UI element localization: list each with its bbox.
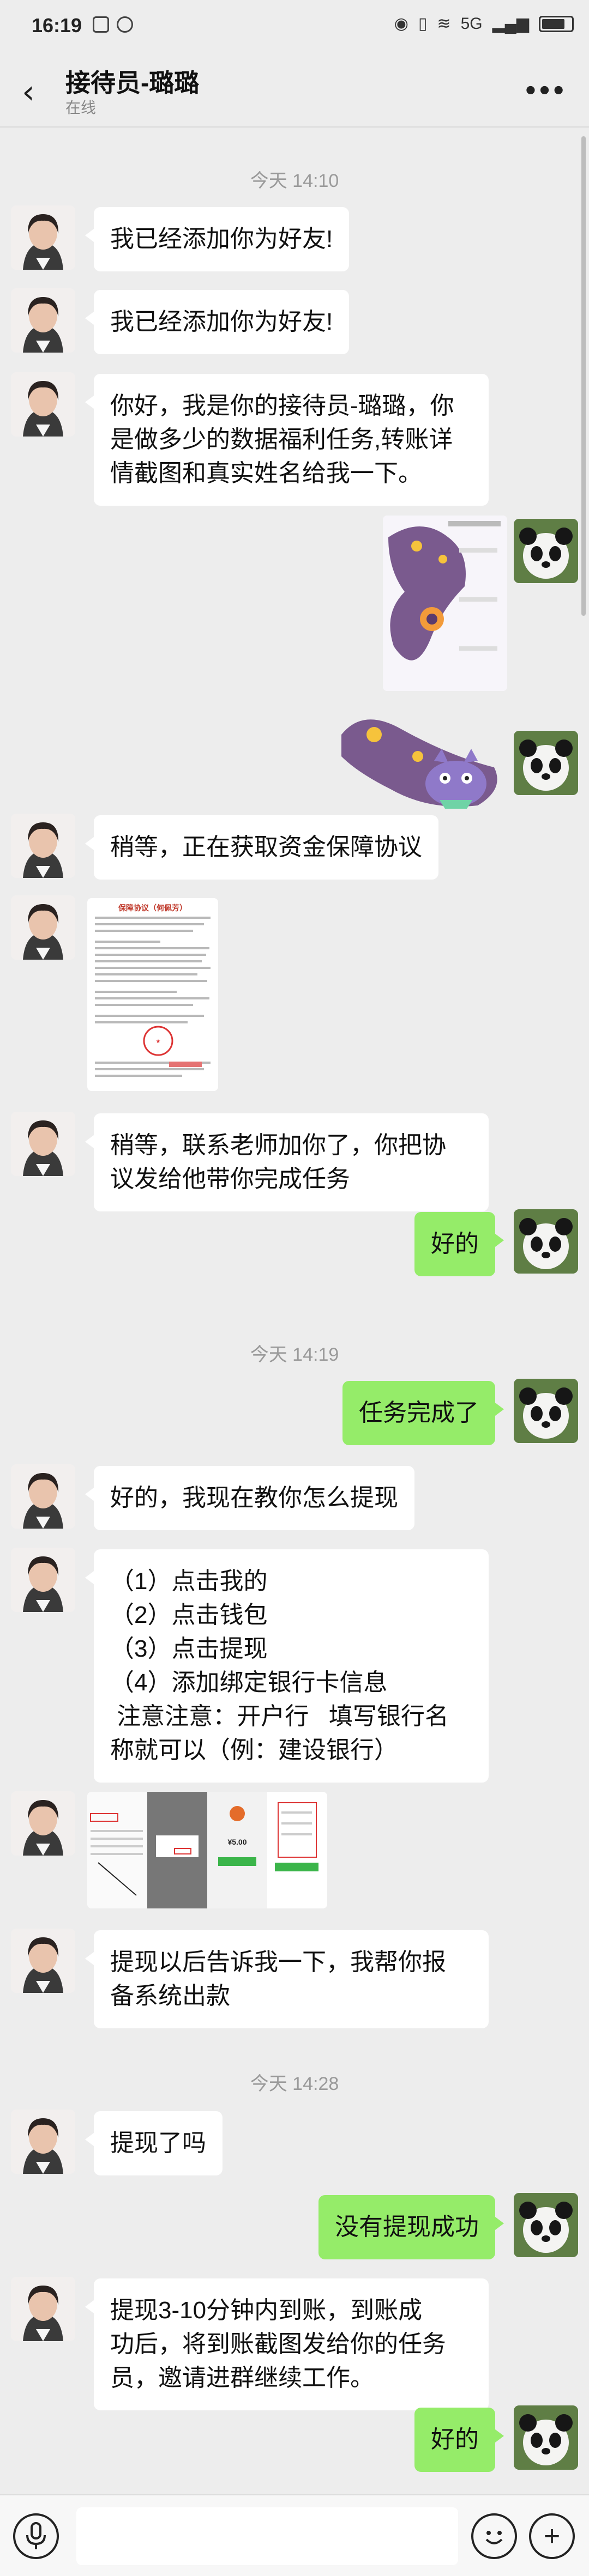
emoji-icon[interactable] [471, 2513, 517, 2559]
app-notification-icon [117, 16, 133, 33]
message-input[interactable] [76, 2507, 458, 2565]
eye-icon: ◉ [394, 15, 408, 33]
message-bubble-outgoing[interactable]: 好的 [414, 1212, 504, 1276]
message-bubble-incoming[interactable]: 稍等，联系老师加你了，你把协 议发给他带你完成任务 [85, 1113, 489, 1211]
chat-area[interactable]: 今天 14:10 我已经添加你为好友! 我已经添加你为好友! 你好，我是你的接待… [0, 128, 589, 2494]
microphone-icon[interactable] [13, 2513, 59, 2559]
my-avatar[interactable] [514, 2405, 578, 2470]
agent-avatar[interactable] [11, 288, 75, 353]
chat-header: ‹ 接待员-璐璐 在线 ••• [0, 57, 589, 128]
timestamp: 今天 14:19 [250, 1344, 339, 1365]
agent-avatar[interactable] [11, 895, 75, 960]
notification-icons [93, 16, 133, 33]
vibrate-icon: ▯ [418, 15, 428, 33]
more-dots-icon[interactable]: ••• [525, 72, 567, 107]
message-bubble-incoming[interactable]: 我已经添加你为好友! [85, 207, 350, 271]
message-bubble-incoming[interactable]: 好的，我现在教你怎么提现 [85, 1466, 414, 1530]
message-bubble-incoming[interactable]: 我已经添加你为好友! [85, 290, 350, 354]
agent-avatar[interactable] [11, 205, 75, 270]
image-message-screenshot[interactable] [383, 516, 507, 691]
image-message-sticker[interactable] [341, 696, 507, 813]
agent-avatar[interactable] [11, 814, 75, 878]
plus-icon[interactable]: + [529, 2513, 575, 2559]
status-bar: 16:19 ◉ ▯ ≋ 5G ▂▄▆ [0, 0, 589, 57]
message-bubble-incoming[interactable]: 你好，我是你的接待员-璐璐，你 是做多少的数据福利任务,转账详 情截图和真实姓名… [85, 374, 489, 506]
input-bar: + [0, 2494, 589, 2576]
agent-avatar[interactable] [11, 1929, 75, 1993]
contact-name[interactable]: 接待员-璐璐 [65, 63, 199, 99]
timestamp: 今天 14:10 [250, 171, 339, 191]
my-avatar[interactable] [514, 1379, 578, 1443]
agent-avatar[interactable] [11, 1791, 75, 1856]
timestamp: 今天 14:28 [250, 2074, 339, 2094]
message-bubble-incoming[interactable]: （1）点击我的 （2）点击钱包 （3）点击提现 （4）添加绑定银行卡信息 注意注… [85, 1549, 489, 1783]
my-avatar[interactable] [514, 731, 578, 795]
my-avatar[interactable] [514, 1209, 578, 1274]
agent-avatar[interactable] [11, 1548, 75, 1612]
app-notification-icon [93, 16, 109, 33]
message-bubble-outgoing[interactable]: 任务完成了 [342, 1381, 504, 1445]
message-bubble-outgoing[interactable]: 好的 [414, 2408, 504, 2472]
message-bubble-incoming[interactable]: 提现了吗 [85, 2111, 223, 2175]
agent-avatar[interactable] [11, 2277, 75, 2341]
network-label: 5G [460, 14, 483, 33]
back-chevron-icon[interactable]: ‹ [22, 73, 35, 111]
signal-icon: ▂▄▆ [492, 15, 529, 33]
presence-status: 在线 [65, 99, 97, 116]
agent-avatar[interactable] [11, 372, 75, 437]
battery-icon [539, 15, 574, 32]
svg-text:★: ★ [156, 1039, 161, 1045]
message-bubble-outgoing[interactable]: 没有提现成功 [318, 2195, 504, 2259]
agent-avatar[interactable] [11, 1464, 75, 1529]
message-bubble-incoming[interactable]: 提现以后告诉我一下，我帮你报 备系统出款 [85, 1930, 489, 2028]
message-bubble-incoming[interactable]: 提现3-10分钟内到账，到账成 功后，将到账截图发给你的任务 员，邀请进群继续工… [85, 2278, 489, 2410]
image-message-tutorial[interactable]: ¥5.00 [87, 1792, 327, 1908]
status-time: 16:19 [32, 14, 82, 37]
my-avatar[interactable] [514, 519, 578, 583]
wifi-icon: ≋ [437, 15, 451, 33]
my-avatar[interactable] [514, 2193, 578, 2257]
status-right: ◉ ▯ ≋ 5G ▂▄▆ [394, 14, 574, 33]
agent-avatar[interactable] [11, 1112, 75, 1176]
image-message-agreement[interactable]: 保障协议（何佩芳） ★ [87, 898, 218, 1091]
agent-avatar[interactable] [11, 2110, 75, 2174]
tutorial-amount: ¥5.00 [227, 1838, 247, 1846]
message-bubble-incoming[interactable]: 稍等，正在获取资金保障协议 [85, 815, 438, 880]
